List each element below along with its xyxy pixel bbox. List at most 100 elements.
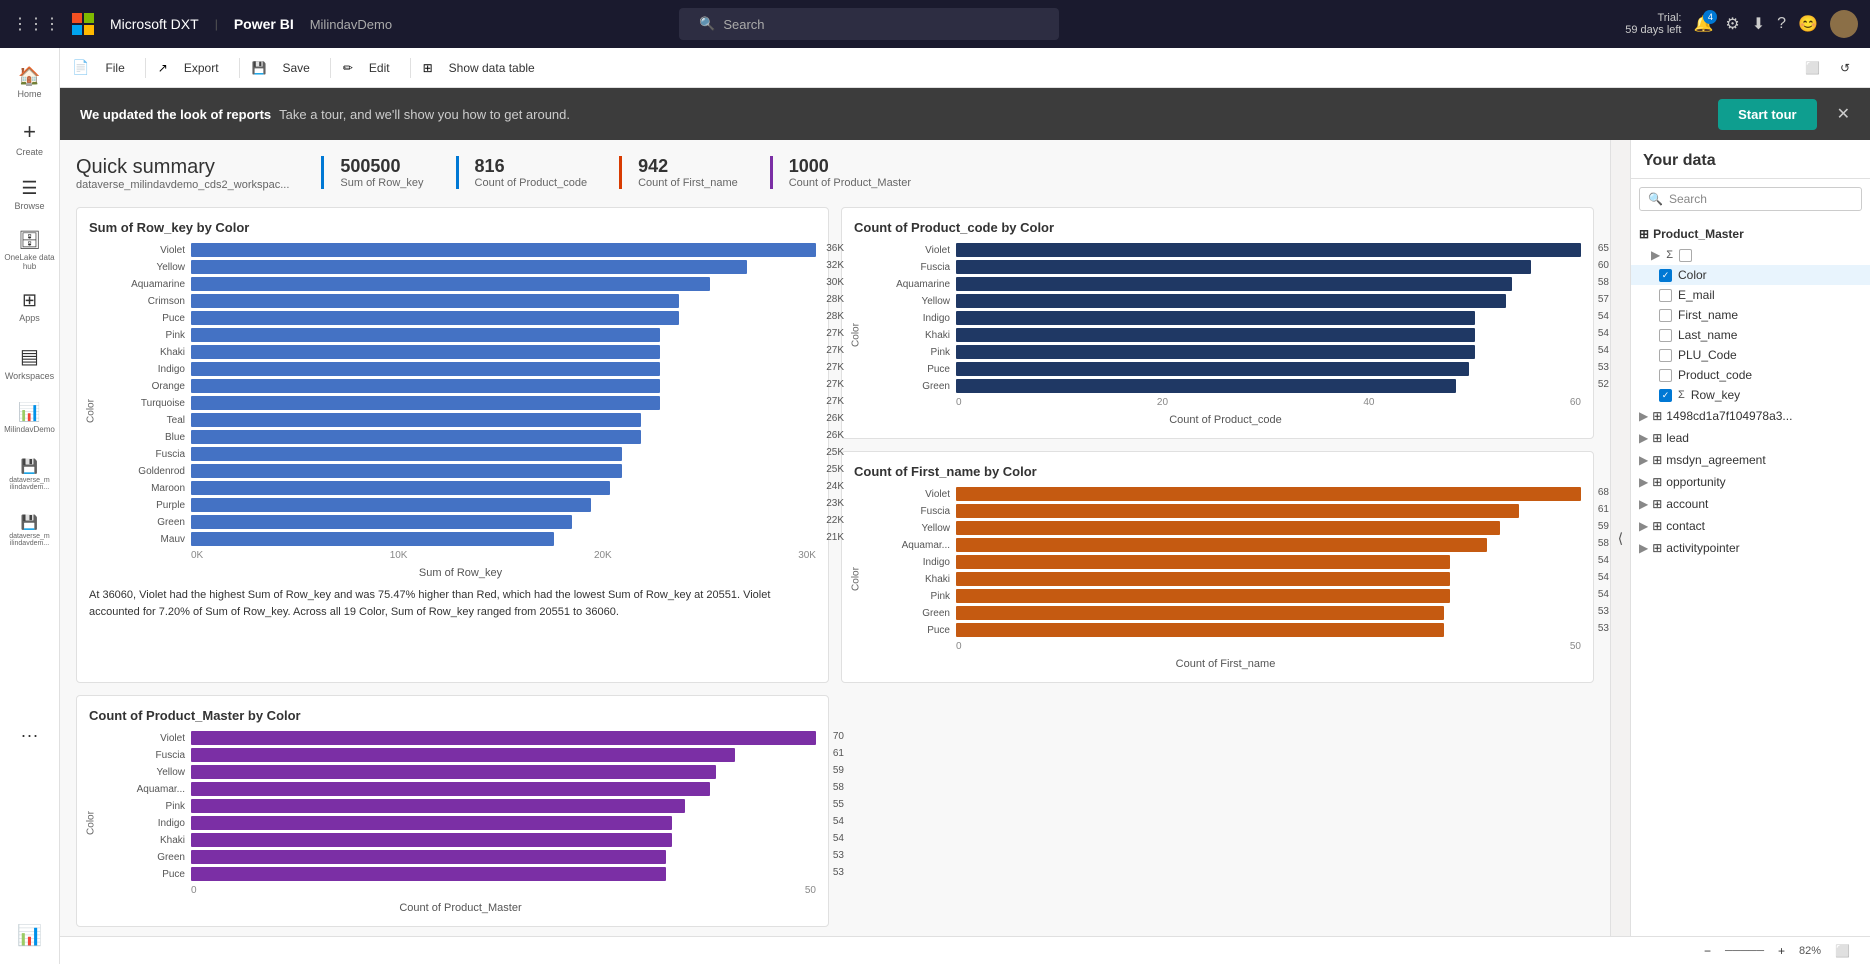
tree-child-firstname[interactable]: First_name (1631, 305, 1870, 325)
apps-grid-icon[interactable]: ⋮⋮⋮ (12, 14, 60, 34)
bar[interactable] (191, 260, 747, 274)
sidebar-item-workspaces[interactable]: ▤ Workspaces (4, 336, 56, 388)
tree-table-lead[interactable]: ▶ ⊞ lead (1631, 427, 1870, 449)
bar[interactable] (191, 311, 679, 325)
bar[interactable] (956, 538, 1487, 552)
refresh-button[interactable]: ↺ (1832, 57, 1858, 79)
sidebar-item-onelake[interactable]: 🗄 OneLake data hub (4, 224, 56, 276)
tree-child-product-code[interactable]: Product_code (1631, 365, 1870, 385)
account-icon[interactable]: 😊 (1798, 14, 1818, 34)
help-icon[interactable]: ? (1777, 15, 1786, 33)
zoom-slider[interactable]: ───── (1725, 945, 1764, 957)
export-button[interactable]: Export (176, 57, 227, 79)
tree-child-count-rows[interactable]: ▶ Σ (1631, 245, 1870, 265)
bar[interactable] (956, 555, 1450, 569)
tree-table-account[interactable]: ▶ ⊞ account (1631, 493, 1870, 515)
filters-toggle-button[interactable]: ⟨ (1610, 140, 1630, 936)
download-icon[interactable]: ⬇ (1752, 14, 1765, 34)
tree-child-lastname[interactable]: Last_name (1631, 325, 1870, 345)
sidebar-item-milindav[interactable]: 📊 MilindavDemo (4, 392, 56, 444)
zoom-out-button[interactable]: − (1696, 940, 1719, 962)
bar[interactable] (956, 277, 1512, 291)
bar[interactable] (191, 850, 666, 864)
checkbox-product-code[interactable] (1659, 369, 1672, 382)
bar[interactable] (191, 799, 685, 813)
bar[interactable] (191, 867, 666, 881)
bar[interactable] (191, 748, 735, 762)
tree-product-master[interactable]: ⊞ Product_Master (1631, 223, 1870, 245)
sidebar-item-dataverse1[interactable]: 💾 dataverse_m ilindavdem... (4, 448, 56, 500)
bar[interactable] (956, 589, 1450, 603)
checkbox-plu[interactable] (1659, 349, 1672, 362)
bar[interactable] (191, 731, 816, 745)
bar[interactable] (191, 362, 660, 376)
checkbox-row-key[interactable]: ✓ (1659, 389, 1672, 402)
sidebar-item-browse[interactable]: ☰ Browse (4, 168, 56, 220)
sidebar-item-apps[interactable]: ⊞ Apps (4, 280, 56, 332)
save-button[interactable]: Save (274, 57, 317, 79)
banner-close-icon[interactable]: ✕ (1837, 104, 1850, 124)
bar[interactable] (191, 498, 591, 512)
global-search-bar[interactable]: 🔍 Search (679, 8, 1059, 40)
bar[interactable] (956, 487, 1581, 501)
bar[interactable] (191, 243, 816, 257)
start-tour-button[interactable]: Start tour (1718, 99, 1817, 130)
bar[interactable] (956, 504, 1519, 518)
bar[interactable] (191, 816, 672, 830)
bar[interactable] (191, 833, 672, 847)
bar[interactable] (956, 606, 1444, 620)
bar[interactable] (956, 362, 1469, 376)
settings-icon[interactable]: ⚙ (1725, 14, 1739, 34)
sidebar-item-dataverse2[interactable]: 💾 dataverse_m ilindavdem... (4, 504, 56, 556)
expand-button[interactable]: ⬜ (1797, 57, 1828, 79)
tree-table-contact[interactable]: ▶ ⊞ contact (1631, 515, 1870, 537)
bar[interactable] (956, 521, 1500, 535)
bar[interactable] (191, 447, 622, 461)
bar[interactable] (191, 782, 710, 796)
bar[interactable] (191, 765, 716, 779)
sidebar-item-create[interactable]: + Create (4, 112, 56, 164)
tree-child-email[interactable]: E_mail (1631, 285, 1870, 305)
bar[interactable] (191, 379, 660, 393)
bar[interactable] (191, 481, 610, 495)
bar[interactable] (191, 328, 660, 342)
checkbox-email[interactable] (1659, 289, 1672, 302)
bar[interactable] (191, 413, 641, 427)
sidebar-item-home[interactable]: 🏠 Home (4, 56, 56, 108)
bar[interactable] (191, 430, 641, 444)
fit-page-button[interactable]: ⬜ (1827, 940, 1858, 962)
tree-child-plu[interactable]: PLU_Code (1631, 345, 1870, 365)
checkbox-color[interactable]: ✓ (1659, 269, 1672, 282)
notifications-button[interactable]: 🔔 4 (1694, 14, 1714, 34)
edit-button[interactable]: Edit (361, 57, 398, 79)
bar[interactable] (191, 532, 554, 546)
file-button[interactable]: File (97, 57, 132, 79)
bar[interactable] (956, 260, 1531, 274)
checkbox-lastname[interactable] (1659, 329, 1672, 342)
bar[interactable] (191, 515, 572, 529)
tree-table-opportunity[interactable]: ▶ ⊞ opportunity (1631, 471, 1870, 493)
bar[interactable] (191, 464, 622, 478)
filters-search-box[interactable]: 🔍 Search (1639, 187, 1862, 211)
bar[interactable] (956, 379, 1456, 393)
bar[interactable] (956, 623, 1444, 637)
tree-child-color[interactable]: ✓ Color (1631, 265, 1870, 285)
bar[interactable] (191, 396, 660, 410)
bar[interactable] (956, 311, 1475, 325)
bar[interactable] (191, 277, 710, 291)
checkbox-count[interactable] (1679, 249, 1692, 262)
tree-table-activitypointer[interactable]: ▶ ⊞ activitypointer (1631, 537, 1870, 559)
bar[interactable] (191, 294, 679, 308)
tree-table-msdyn[interactable]: ▶ ⊞ msdyn_agreement (1631, 449, 1870, 471)
checkbox-firstname[interactable] (1659, 309, 1672, 322)
show-data-table-button[interactable]: Show data table (441, 57, 543, 79)
zoom-in-button[interactable]: + (1770, 940, 1793, 962)
tree-table-id[interactable]: ▶ ⊞ 1498cd1a7f104978a3... (1631, 405, 1870, 427)
avatar[interactable] (1830, 10, 1858, 38)
bar[interactable] (956, 328, 1475, 342)
sidebar-item-more[interactable]: ··· (4, 710, 56, 762)
bar[interactable] (956, 572, 1450, 586)
bar[interactable] (956, 243, 1581, 257)
tree-child-row-key[interactable]: ✓ Σ Row_key (1631, 385, 1870, 405)
bar[interactable] (191, 345, 660, 359)
